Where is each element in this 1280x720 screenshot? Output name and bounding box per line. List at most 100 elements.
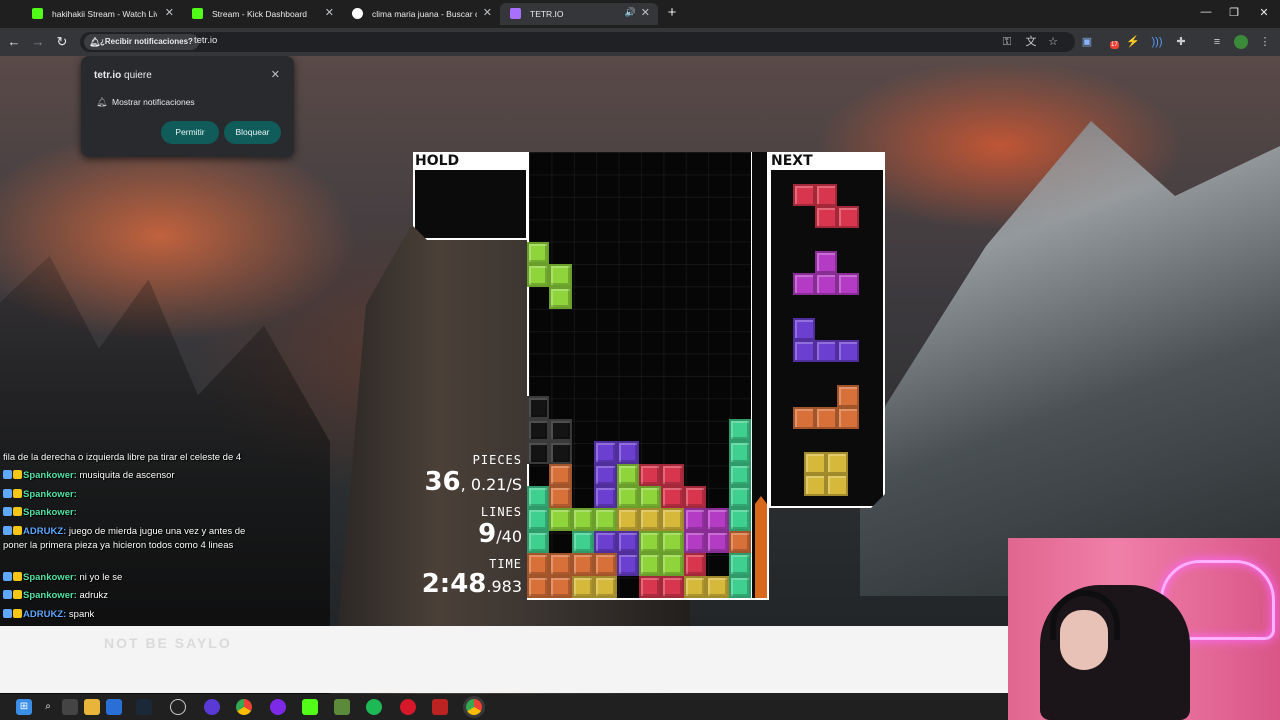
chat-text: fila de la derecha o izquierda libre pa … [3, 452, 242, 463]
tab-tetrio[interactable]: TETR.IO 🔊 ✕ [500, 3, 658, 25]
allow-button[interactable]: Permitir [161, 121, 219, 144]
extension-badge-icon[interactable]: 17 [1104, 35, 1119, 49]
chat-message: Spankower: adrukz [3, 589, 108, 602]
board-cell-O [683, 575, 707, 598]
close-icon[interactable]: ✕ [271, 68, 280, 81]
reload-icon[interactable]: ↻ [54, 34, 70, 50]
tab-hakihakii[interactable]: hakihakii Stream - Watch Live o ✕ [22, 3, 182, 25]
time-main: 2:48 [421, 569, 487, 599]
steam-icon[interactable] [136, 699, 152, 715]
tab-bar: hakihakii Stream - Watch Live o ✕ Stream… [0, 0, 1280, 28]
board-cell-I [728, 575, 751, 598]
chat-username: ADRUKZ: [23, 609, 67, 620]
avatar[interactable] [1234, 35, 1248, 49]
crown-badge-icon [13, 470, 22, 479]
url-text[interactable]: tetr.io [194, 35, 217, 46]
close-window-button[interactable]: ✕ [1256, 6, 1272, 19]
chat-username: Spankower: [23, 489, 77, 500]
app-icon[interactable] [204, 699, 220, 715]
board-cell-O [661, 508, 684, 531]
address-bar[interactable]: 🔔︎ ¿Recibir notificaciones? tetr.io ⚿ 文 … [80, 32, 1075, 52]
chrome-active-icon[interactable] [466, 699, 482, 715]
close-icon[interactable]: ✕ [641, 6, 650, 19]
forward-icon[interactable]: → [30, 34, 46, 50]
board-cell-J [616, 553, 639, 576]
pieces-label: PIECES [472, 453, 522, 467]
crown-badge-icon [13, 526, 22, 535]
maximize-button[interactable]: ❐ [1226, 6, 1242, 19]
task-view-icon[interactable] [62, 699, 78, 715]
chip-label: ¿Recibir notificaciones? [100, 37, 193, 46]
board-cell-O [639, 508, 662, 531]
new-tab-button[interactable]: + [664, 4, 680, 22]
block-button[interactable]: Bloquear [224, 121, 281, 144]
board-cell-I [728, 418, 751, 442]
next-piece-cell-L [815, 407, 837, 429]
extensions-puzzle-icon[interactable]: ✚ [1174, 35, 1188, 49]
menu-kebab-icon[interactable]: ⋮ [1258, 35, 1272, 49]
pieces-per-second: 0.21/S [470, 475, 522, 494]
board-cell-I [527, 486, 550, 509]
crown-badge-icon [13, 507, 22, 516]
back-icon[interactable]: ← [6, 34, 22, 50]
board-cell-O [571, 575, 595, 598]
board-cell-S [639, 486, 662, 509]
start-icon[interactable]: ⊞ [16, 699, 32, 715]
speaker-icon[interactable]: 🔊 [625, 7, 636, 18]
extension-icon[interactable]: ⚡ [1126, 35, 1140, 49]
browser-toolbar: ← → ↻ 🔔︎ ¿Recibir notificaciones? tetr.i… [0, 28, 1280, 56]
minimize-button[interactable]: — [1198, 6, 1214, 18]
voicemod-icon[interactable] [432, 699, 448, 715]
spotify-icon[interactable] [366, 699, 382, 715]
next-piece-cell-J [793, 340, 815, 362]
google-icon [352, 8, 363, 19]
board-cell-I [728, 441, 751, 464]
translate-icon[interactable]: 文 [1024, 35, 1038, 49]
password-key-icon[interactable]: ⚿ [1000, 35, 1014, 49]
minecraft-icon[interactable] [334, 699, 350, 715]
tab-title: TETR.IO [530, 9, 564, 19]
chat-username: Spankower: [23, 590, 77, 601]
close-icon[interactable]: ✕ [165, 6, 174, 19]
chrome-icon[interactable] [236, 699, 252, 715]
sword-badge-icon [3, 590, 12, 599]
tab-google-search[interactable]: clima maria juana - Buscar con ✕ [342, 3, 500, 25]
board-cell-S [616, 463, 639, 486]
obs-icon[interactable] [170, 699, 186, 715]
close-icon[interactable]: ✕ [483, 6, 492, 19]
sword-badge-icon [3, 526, 12, 535]
bookmark-star-icon[interactable]: ☆ [1046, 35, 1060, 49]
tab-kick-dashboard[interactable]: Stream - Kick Dashboard ✕ [182, 3, 342, 25]
popup-verb: quiere [124, 70, 152, 81]
chat-username: ADRUKZ: [23, 526, 67, 537]
board-cell-L [549, 553, 572, 576]
next-piece-cell-O [804, 474, 826, 496]
extension-icon[interactable]: ))) [1150, 35, 1164, 49]
opera-icon[interactable] [400, 699, 416, 715]
lines-label: LINES [480, 505, 522, 519]
kick-icon[interactable] [302, 699, 318, 715]
chat-username: Spankower: [23, 572, 77, 583]
next-piece-cell-O [826, 452, 848, 474]
extension-icon[interactable]: ▣ [1080, 35, 1094, 49]
garbage-cell [527, 418, 550, 442]
lines-goal: /40 [496, 527, 522, 546]
sword-badge-icon [3, 507, 12, 516]
next-piece-cell-J [793, 318, 815, 340]
garbage-cell [527, 441, 550, 464]
board-cell-S [639, 530, 662, 554]
board-cell-Z [683, 486, 707, 509]
pieces-value: 36, 0.21/S [424, 467, 522, 497]
chat-text: spank [68, 609, 95, 620]
search-icon[interactable]: ⌕ [40, 699, 56, 715]
board-cell-J [594, 463, 617, 486]
bell-icon: 🔔︎ [89, 37, 101, 47]
close-icon[interactable]: ✕ [325, 6, 334, 19]
garbage-cell [549, 418, 572, 442]
file-explorer-icon[interactable] [84, 699, 100, 715]
notification-request-chip[interactable]: 🔔︎ ¿Recibir notificaciones? [84, 34, 199, 50]
media-control-icon[interactable]: ≡ [1210, 35, 1224, 49]
next-piece-cell-O [804, 452, 826, 474]
mail-icon[interactable] [106, 699, 122, 715]
canva-icon[interactable] [270, 699, 286, 715]
